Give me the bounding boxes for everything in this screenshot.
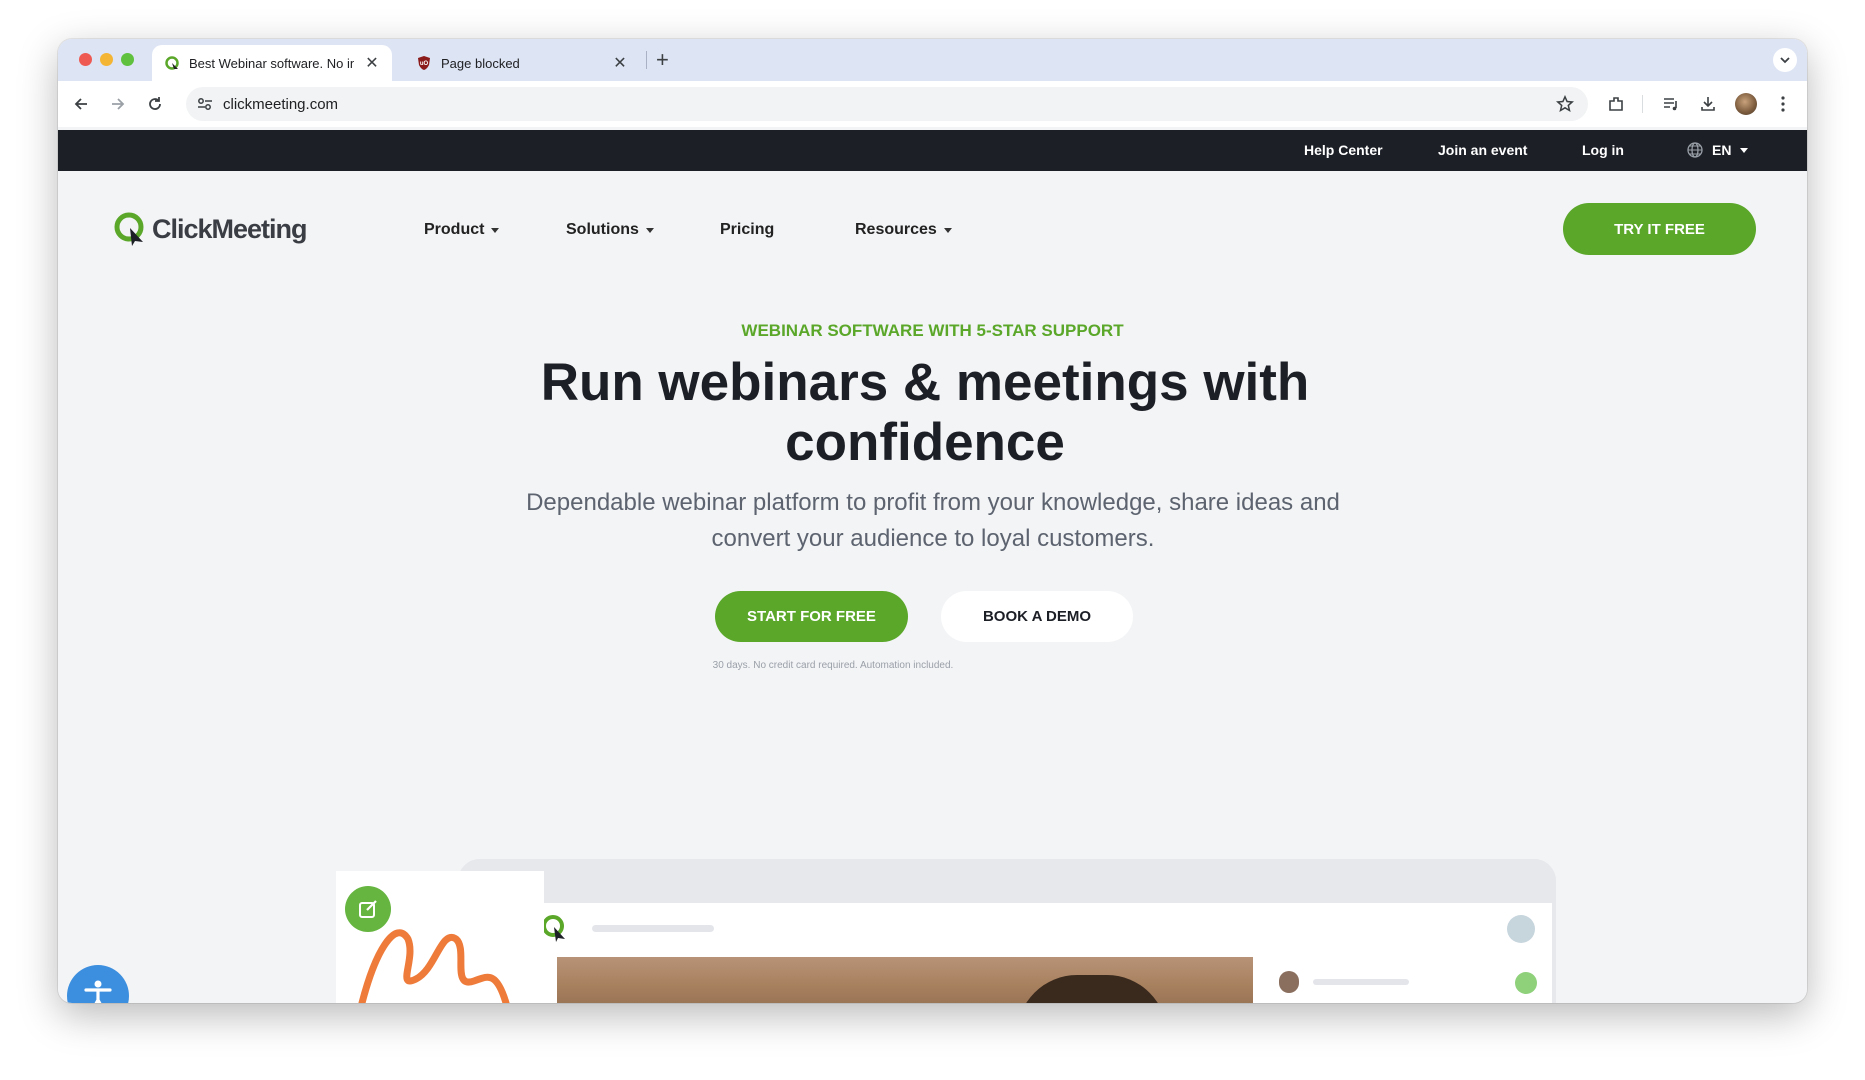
maximize-window-button[interactable] xyxy=(121,53,134,66)
nav-pricing[interactable]: Pricing xyxy=(720,221,774,239)
tab-close-icon[interactable]: ✕ xyxy=(612,53,628,73)
clickmeeting-logo[interactable]: ClickMeeting xyxy=(113,211,308,247)
nav-resources-label: Resources xyxy=(855,221,937,238)
nav-product-label: Product xyxy=(424,221,485,238)
tab-title: Page blocked xyxy=(441,55,520,71)
reload-icon[interactable] xyxy=(145,94,165,114)
join-event-link[interactable]: Join an event xyxy=(1438,142,1527,158)
address-bar[interactable]: clickmeeting.com xyxy=(186,87,1588,121)
nav-resources[interactable]: Resources xyxy=(855,221,952,239)
hero-eyebrow: WEBINAR SOFTWARE WITH 5-STAR SUPPORT xyxy=(741,321,1124,340)
menu-icon[interactable] xyxy=(1773,94,1793,114)
hero-subheadline: Dependable webinar platform to profit fr… xyxy=(526,489,1340,552)
ublock-shield-favicon: uO xyxy=(418,56,430,70)
forward-icon[interactable] xyxy=(108,94,128,114)
extensions-icon[interactable] xyxy=(1606,94,1626,114)
trial-note: 30 days. No credit card required. Automa… xyxy=(712,660,954,671)
site-content: ClickMeeting Product Solutions Pricing R… xyxy=(58,171,1807,1003)
logo-text: ClickMeeting xyxy=(152,213,308,244)
caret-down-icon xyxy=(1740,147,1749,153)
tab-search-button[interactable] xyxy=(1773,48,1797,72)
globe-icon xyxy=(1687,142,1703,158)
mock-user-avatar xyxy=(1507,915,1535,943)
media-icon[interactable] xyxy=(1661,94,1681,114)
log-in-link[interactable]: Log in xyxy=(1582,142,1624,158)
accessibility-button[interactable] xyxy=(67,965,129,1003)
site-info-icon[interactable] xyxy=(197,97,213,111)
mock-placeholder-bar xyxy=(1313,979,1409,985)
mock-video-feed xyxy=(557,957,1253,1003)
tab-title: Best Webinar software. No in xyxy=(189,55,354,71)
minimize-window-button[interactable] xyxy=(100,53,113,66)
tab-strip: Best Webinar software. No in ✕ uO Page b… xyxy=(58,39,1807,81)
nav-pricing-label: Pricing xyxy=(720,221,775,238)
caret-down-icon xyxy=(645,227,654,233)
nav-solutions-label: Solutions xyxy=(566,221,639,238)
nav-solutions[interactable]: Solutions xyxy=(566,221,654,239)
mock-participant-avatar xyxy=(1279,971,1299,993)
language-selector[interactable]: EN xyxy=(1686,141,1749,159)
chevron-down-icon xyxy=(1780,57,1790,64)
edit-icon[interactable] xyxy=(345,886,391,932)
help-center-link[interactable]: Help Center xyxy=(1304,142,1383,158)
back-icon[interactable] xyxy=(71,94,91,114)
product-mockup-window xyxy=(458,859,1556,1003)
hero-headline: Run webinars & meetings with confidence xyxy=(540,353,1310,472)
tab-divider xyxy=(646,51,647,69)
browser-window: Best Webinar software. No in ✕ uO Page b… xyxy=(58,39,1807,1003)
mock-app xyxy=(462,903,1552,1003)
caret-down-icon xyxy=(943,227,952,233)
profile-avatar[interactable] xyxy=(1735,93,1757,115)
accessibility-icon xyxy=(84,980,112,1003)
tab-clickmeeting[interactable]: Best Webinar software. No in ✕ xyxy=(152,45,392,81)
clickmeeting-favicon xyxy=(165,56,179,70)
mock-participants-panel xyxy=(1257,957,1552,1003)
url-text: clickmeeting.com xyxy=(223,96,339,113)
svg-text:uO: uO xyxy=(420,61,429,67)
download-icon[interactable] xyxy=(1698,94,1718,114)
clickmeeting-logo-icon xyxy=(114,212,144,246)
tab-page-blocked[interactable]: uO Page blocked ✕ xyxy=(404,45,640,81)
new-tab-icon[interactable]: + xyxy=(656,47,669,73)
nav-product[interactable]: Product xyxy=(424,221,500,239)
language-label: EN xyxy=(1712,142,1732,158)
mock-mic-icon xyxy=(1515,972,1537,994)
star-icon[interactable] xyxy=(1556,95,1574,113)
tab-close-icon[interactable]: ✕ xyxy=(364,53,380,73)
site-top-bar: Help Center Join an event Log in EN xyxy=(58,130,1807,171)
mock-logo-icon xyxy=(542,915,565,942)
book-demo-button[interactable]: BOOK A DEMO xyxy=(941,591,1133,642)
try-free-button[interactable]: TRY IT FREE xyxy=(1563,203,1756,255)
toolbar-divider xyxy=(1642,95,1643,113)
mock-presenter xyxy=(1017,975,1167,1003)
browser-toolbar: clickmeeting.com xyxy=(58,81,1807,127)
start-for-free-button[interactable]: START FOR FREE xyxy=(715,591,908,642)
close-window-button[interactable] xyxy=(79,53,92,66)
caret-down-icon xyxy=(491,227,500,233)
mock-placeholder-bar xyxy=(592,925,714,932)
